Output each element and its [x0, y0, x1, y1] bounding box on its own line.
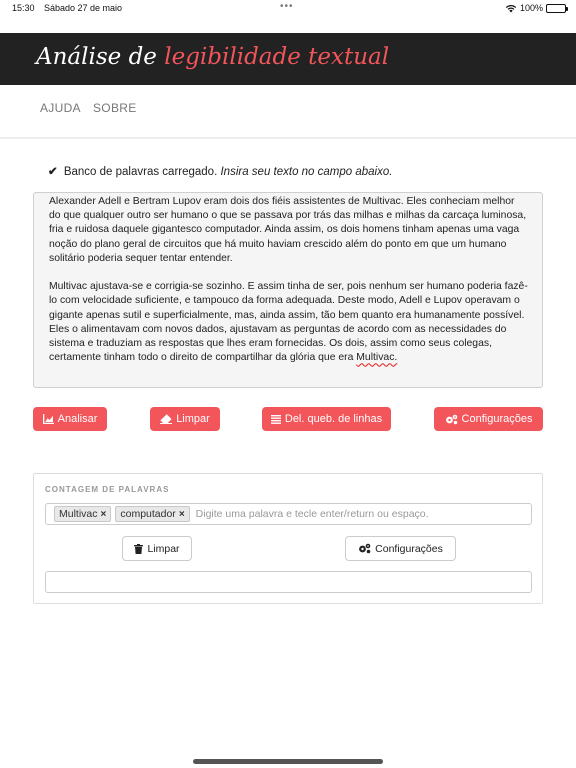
- text-paragraph-1: Alexander Adell e Bertram Lupov eram doi…: [49, 196, 527, 264]
- word-count-panel: CONTAGEM DE PALAVRAS Multivac × computado…: [33, 473, 543, 604]
- trash-icon: [134, 543, 144, 554]
- word-count-result: [45, 571, 532, 593]
- app-title: Análise de legibilidade textual: [36, 44, 389, 70]
- home-indicator[interactable]: [193, 759, 383, 764]
- eraser-icon: [160, 414, 173, 424]
- settings-button[interactable]: Configurações: [434, 407, 543, 431]
- load-status-message: Banco de palavras carregado.: [63, 166, 218, 178]
- analyze-label: Analisar: [57, 413, 98, 425]
- tag-remove-icon[interactable]: ×: [101, 509, 107, 520]
- text-paragraph-2-main: Multivac ajustava-se e corrigia-se sozin…: [49, 281, 528, 364]
- text-paragraph-2-end: Multivac.: [356, 352, 398, 364]
- app-header: Análise de legibilidade textual: [0, 33, 576, 85]
- word-tag-label: computador: [120, 508, 176, 520]
- word-tag-label: Multivac: [59, 508, 98, 520]
- status-right: 100%: [505, 3, 568, 13]
- settings-label: Configurações: [461, 413, 533, 425]
- nav-help-link[interactable]: AJUDA: [40, 101, 81, 115]
- top-nav: AJUDA SOBRE: [0, 85, 576, 139]
- load-status: ✔ Banco de palavras carregado. Insira se…: [48, 164, 392, 178]
- multitask-dots-icon[interactable]: •••: [280, 1, 294, 12]
- app-title-part1: Análise de: [36, 44, 157, 70]
- word-tags-field[interactable]: Multivac × computador ×: [45, 503, 532, 525]
- clear-words-button[interactable]: Limpar: [122, 536, 192, 561]
- status-bar: 15:30 Sábado 27 de maio ••• 100%: [0, 0, 576, 18]
- tag-remove-icon[interactable]: ×: [179, 509, 185, 520]
- wifi-icon: [505, 4, 517, 12]
- clear-text-button[interactable]: Limpar: [150, 407, 220, 431]
- word-count-heading: CONTAGEM DE PALAVRAS: [45, 485, 170, 494]
- battery-icon: [546, 3, 568, 13]
- remove-line-breaks-label: Del. queb. de linhas: [284, 413, 383, 425]
- remove-line-breaks-button[interactable]: Del. queb. de linhas: [262, 407, 391, 431]
- clear-text-label: Limpar: [176, 413, 210, 425]
- status-time: 15:30: [12, 3, 35, 13]
- word-tag-input[interactable]: [195, 508, 486, 520]
- word-settings-label: Configurações: [375, 542, 443, 555]
- app-title-part2: legibilidade textual: [164, 44, 390, 70]
- word-settings-button[interactable]: Configurações: [345, 536, 456, 561]
- cogs-icon: [445, 414, 457, 424]
- word-tag: computador ×: [115, 506, 190, 522]
- battery-percent: 100%: [519, 3, 543, 13]
- area-chart-icon: [42, 414, 54, 424]
- check-icon: ✔: [48, 166, 58, 178]
- status-date: Sábado 27 de maio: [44, 3, 123, 13]
- text-input-area[interactable]: Alexander Adell e Bertram Lupov eram doi…: [33, 192, 543, 388]
- align-justify-icon: [270, 414, 281, 424]
- nav-about-link[interactable]: SOBRE: [93, 101, 137, 115]
- load-status-hint: Insira seu texto no campo abaixo.: [220, 166, 393, 178]
- analyze-button[interactable]: Analisar: [33, 407, 107, 431]
- cogs-icon: [359, 543, 371, 554]
- word-tag: Multivac ×: [54, 506, 112, 522]
- clear-words-label: Limpar: [147, 542, 180, 555]
- text-paragraph-2: Multivac ajustava-se e corrigia-se sozin…: [49, 280, 528, 365]
